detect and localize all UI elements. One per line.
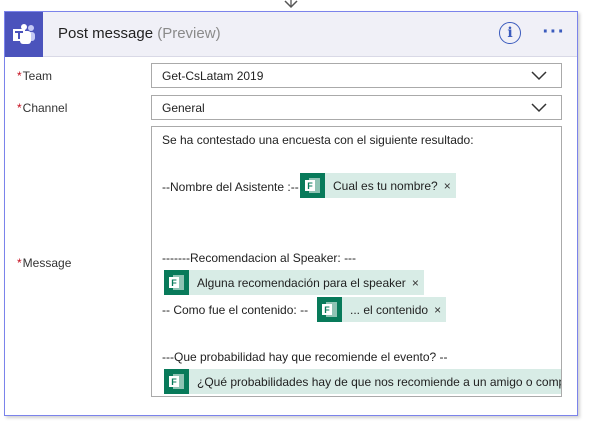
channel-label: *Channel xyxy=(17,101,67,115)
dynamic-content-token[interactable]: F ... el contenido × xyxy=(317,297,447,322)
microsoft-forms-icon: F xyxy=(164,369,189,394)
dynamic-content-token[interactable]: F ¿Qué probabilidades hay de que nos rec… xyxy=(164,369,562,394)
info-icon[interactable]: i xyxy=(499,22,521,44)
remove-token-icon[interactable]: × xyxy=(434,303,441,317)
chevron-down-icon xyxy=(531,103,547,113)
team-dropdown[interactable]: Get-CsLatam 2019 xyxy=(151,63,562,88)
channel-value: General xyxy=(162,101,205,115)
required-marker: * xyxy=(17,256,22,270)
message-line: -------Recomendacion al Speaker: --- xyxy=(162,251,357,265)
team-value: Get-CsLatam 2019 xyxy=(162,69,264,83)
connector-arrow-icon xyxy=(284,0,298,9)
svg-text:F: F xyxy=(171,377,177,387)
required-marker: * xyxy=(17,101,22,115)
card-title: Post message (Preview) xyxy=(58,25,221,42)
team-label: *Team xyxy=(17,69,52,83)
microsoft-forms-icon: F xyxy=(164,270,189,295)
svg-text:F: F xyxy=(171,278,177,288)
message-line: -- Como fue el contenido: -- xyxy=(162,303,309,317)
message-label: *Message xyxy=(17,256,71,270)
token-label: Cual es tu nombre? xyxy=(333,178,438,193)
dynamic-content-token[interactable]: F Cual es tu nombre? × xyxy=(300,173,456,198)
remove-token-icon[interactable]: × xyxy=(412,276,419,290)
card-header[interactable]: Post message (Preview) i ··· xyxy=(5,12,577,57)
microsoft-forms-icon: F xyxy=(300,173,325,198)
message-editor[interactable]: Se ha contestado una encuesta con el sig… xyxy=(151,126,562,397)
svg-text:F: F xyxy=(324,305,330,315)
required-marker: * xyxy=(17,69,22,83)
token-label: ¿Qué probabilidades hay de que nos recom… xyxy=(197,374,562,389)
svg-text:F: F xyxy=(307,181,313,191)
message-line: --Nombre del Asistente :-- xyxy=(162,180,299,194)
preview-label: (Preview) xyxy=(157,25,221,42)
post-message-action-card: Post message (Preview) i ··· *Team Get-C… xyxy=(4,11,578,416)
dynamic-content-token[interactable]: F Alguna recomendación para el speaker × xyxy=(164,270,424,295)
token-label: ... el contenido xyxy=(350,302,429,317)
message-label-text: Message xyxy=(22,256,72,270)
token-label: Alguna recomendación para el speaker xyxy=(197,275,406,290)
card-title-text: Post message xyxy=(58,25,154,42)
chevron-down-icon xyxy=(531,71,547,81)
microsoft-teams-icon xyxy=(5,12,43,57)
channel-label-text: Channel xyxy=(22,101,68,115)
team-label-text: Team xyxy=(22,69,53,83)
message-line: Se ha contestado una encuesta con el sig… xyxy=(162,133,474,147)
microsoft-forms-icon: F xyxy=(317,297,342,322)
message-line: ---Que probabilidad hay que recomiende e… xyxy=(162,350,448,364)
more-options-icon[interactable]: ··· xyxy=(541,20,567,44)
channel-dropdown[interactable]: General xyxy=(151,95,562,120)
remove-token-icon[interactable]: × xyxy=(444,179,451,193)
